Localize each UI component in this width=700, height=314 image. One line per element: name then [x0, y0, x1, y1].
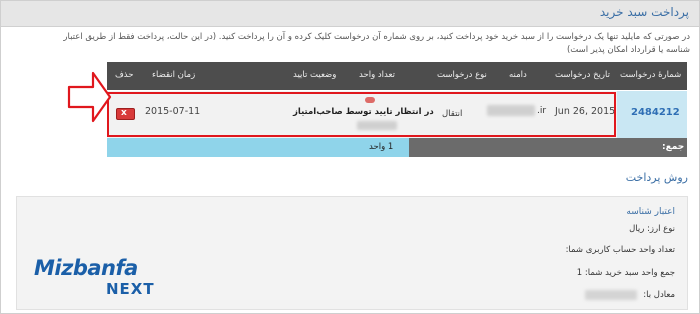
instructions-line-2: شناسه یا قرارداد امکان پذیر است): [566, 45, 690, 55]
brand-logo: Mizbanfa NEXT: [34, 256, 184, 304]
arrow-right-icon: [67, 71, 112, 123]
redacted-amount: [585, 290, 637, 300]
request-number-cell: 2484212: [617, 91, 687, 138]
page-header: پرداخت سبد خرید: [1, 1, 699, 27]
logo-suffix-text: NEXT: [106, 280, 155, 298]
col-domain[interactable]: دامنه: [509, 70, 527, 80]
total-units: 1 واحد: [369, 142, 394, 152]
currency-type: نوع ارز: ریال: [629, 224, 675, 234]
instructions-text: در صورتی که مایلید تنها یک درخواست را از…: [8, 31, 690, 57]
col-expiry[interactable]: زمان انقضاء: [152, 70, 195, 80]
total-value-cell: 1 واحد: [107, 138, 409, 157]
col-request-date[interactable]: تاریخ درخواست: [555, 70, 610, 80]
request-number-link[interactable]: 2484212: [631, 107, 680, 118]
instructions-line-1: در صورتی که مایلید تنها یک درخواست را از…: [63, 32, 690, 42]
payment-option-heading[interactable]: اعتبار شناسه: [626, 207, 675, 217]
table-header: شمارهٔ درخواست تاریخ درخواست دامنه نوع د…: [107, 62, 687, 90]
payment-method-title: روش پرداخت: [625, 171, 688, 184]
col-units[interactable]: تعداد واحد: [359, 70, 395, 80]
col-approval-status[interactable]: وضعیت تایید: [293, 70, 336, 80]
col-request-type[interactable]: نوع درخواست: [437, 70, 487, 80]
col-delete: حذف: [115, 70, 134, 80]
page-title: پرداخت سبد خرید: [599, 5, 689, 19]
total-row: 1 واحد جمع:: [107, 138, 687, 157]
account-units: تعداد واحد حساب کاربری شما:: [565, 245, 675, 255]
cart-units: جمع واحد سبد خرید شما: 1: [576, 268, 675, 278]
row-highlight-box: [107, 92, 616, 137]
equivalent-amount: معادل با:: [643, 290, 675, 300]
total-label: جمع:: [662, 142, 685, 152]
logo-brand-text: Mizbanfa: [34, 256, 138, 280]
col-request-number[interactable]: شمارهٔ درخواست: [620, 70, 681, 80]
